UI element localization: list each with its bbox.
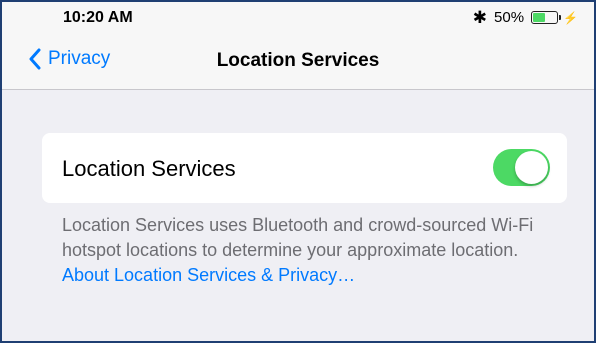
about-location-privacy-link[interactable]: About Location Services & Privacy…: [62, 265, 355, 285]
battery-percent: 50%: [494, 9, 525, 26]
footer-description: Location Services uses Bluetooth and cro…: [62, 213, 542, 288]
footer-text: Location Services uses Bluetooth and cro…: [62, 215, 534, 260]
bluetooth-icon: ✱: [472, 8, 488, 27]
battery-cap: [559, 15, 562, 20]
screen-frame: 10:20 AM ✱ 50% ⚡ Privacy Location Servic…: [0, 0, 596, 343]
page-title: Location Services: [216, 50, 380, 71]
navigation-bar: Privacy Location Services: [2, 36, 594, 90]
location-services-toggle[interactable]: [493, 149, 550, 186]
status-indicators: ✱ 50% ⚡: [473, 9, 578, 26]
bolt-icon: ⚡: [563, 10, 578, 25]
status-bar: 10:20 AM ✱ 50% ⚡: [2, 2, 594, 36]
status-time: 10:20 AM: [63, 9, 133, 26]
battery-fill: [533, 13, 545, 22]
toggle-knob: [515, 151, 548, 184]
location-services-cell: Location Services: [42, 133, 567, 203]
location-services-label: Location Services: [62, 156, 236, 181]
battery-icon: [531, 11, 562, 24]
